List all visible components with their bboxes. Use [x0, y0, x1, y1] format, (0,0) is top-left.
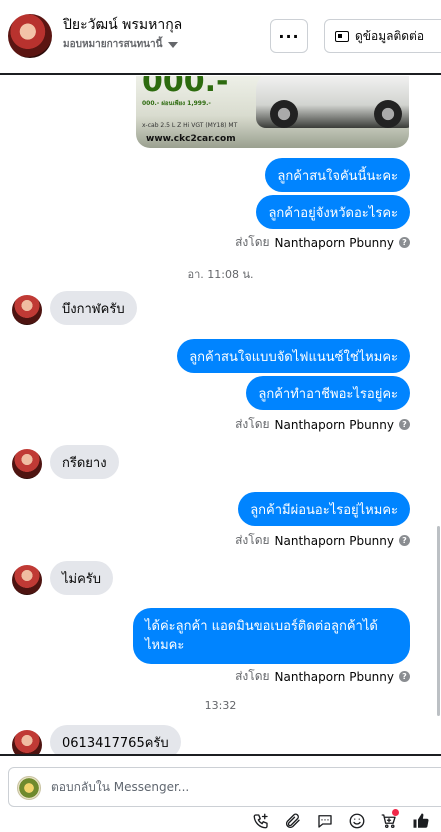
sent-by-line: ส่งโดย Nanthaporn Pbunny ? — [235, 415, 410, 434]
assign-conversation-label: มอบหมายการสนทนานี้ — [63, 39, 163, 50]
shared-car-ad-image[interactable]: 000.- 000.- ผ่อนเพียง 1,999.- x-cab 2.5 … — [136, 76, 409, 148]
ad-url: www.ckc2car.com — [146, 134, 236, 144]
sent-by-line: ส่งโดย Nanthaporn Pbunny ? — [235, 667, 410, 686]
info-icon[interactable]: ? — [399, 419, 410, 430]
attachment-icon[interactable] — [282, 810, 304, 832]
sent-by-line: ส่งโดย Nanthaporn Pbunny ? — [235, 531, 410, 550]
ad-headline: 000.- — [142, 76, 229, 99]
car-photo — [256, 76, 409, 128]
info-icon[interactable]: ? — [399, 535, 410, 546]
view-contact-label: ดูข้อมูลติดต่อ — [355, 28, 425, 43]
cart-icon[interactable] — [378, 809, 400, 832]
timestamp-divider: อา. 11:08 น. — [187, 268, 254, 281]
sent-by-sender: Nanthaporn Pbunny — [274, 417, 394, 432]
message-thread[interactable]: 000.- 000.- ผ่อนเพียง 1,999.- x-cab 2.5 … — [0, 76, 441, 754]
outgoing-message[interactable]: ลูกค้าทำอาชีพอะไรอยู่คะ — [246, 376, 410, 410]
incoming-message[interactable]: บึงกาฬครับ — [50, 291, 137, 325]
sent-by-sender: Nanthaporn Pbunny — [274, 533, 394, 548]
like-icon[interactable] — [410, 810, 432, 832]
timestamp-divider: 13:32 — [204, 699, 237, 712]
info-icon[interactable]: ? — [399, 671, 410, 682]
car-wheel — [270, 100, 298, 128]
sent-by-prefix: ส่งโดย — [235, 417, 270, 431]
more-options-label: ··· — [278, 26, 300, 46]
reply-composer — [0, 754, 441, 830]
customer-name[interactable]: ปิยะวัฒน์ พรมหากุล — [63, 14, 182, 36]
ad-price-detail: 000.- ผ่อนเพียง 1,999.- — [142, 100, 211, 107]
customer-avatar-small[interactable] — [12, 295, 42, 325]
customer-avatar[interactable] — [8, 14, 52, 58]
emoji-icon[interactable] — [346, 810, 368, 832]
outgoing-message[interactable]: ลูกค้าสนใจคันนี้นะคะ — [265, 158, 410, 192]
sent-by-prefix: ส่งโดย — [235, 533, 270, 547]
sent-by-prefix: ส่งโดย — [235, 669, 270, 683]
sent-by-line: ส่งโดย Nanthaporn Pbunny ? — [235, 233, 410, 252]
view-contact-button[interactable]: ดูข้อมูลติดต่อ — [324, 19, 441, 53]
info-icon[interactable]: ? — [399, 237, 410, 248]
car-wheel — [374, 100, 402, 128]
composer-toolbar — [250, 809, 440, 832]
outgoing-message[interactable]: ลูกค้าสนใจแบบจัดไฟแนนซ์ใช่ไหมคะ — [177, 339, 410, 373]
customer-avatar-small[interactable] — [12, 730, 42, 754]
customer-avatar-small[interactable] — [12, 565, 42, 595]
sent-by-sender: Nanthaporn Pbunny — [274, 669, 394, 684]
outgoing-message[interactable]: ลูกค้ามีผ่อนอะไรอยู่ไหมคะ — [238, 492, 410, 526]
sent-by-prefix: ส่งโดย — [235, 235, 270, 249]
sent-by-sender: Nanthaporn Pbunny — [274, 235, 394, 250]
assign-conversation-dropdown[interactable]: มอบหมายการสนทนานี้ — [63, 37, 179, 52]
page-avatar — [17, 776, 41, 800]
incoming-message[interactable]: 0613417765ครับ — [50, 725, 181, 754]
outgoing-message[interactable]: ได้ค่ะลูกค้า แอดมินขอเบอร์ติดต่อลูกค้าได… — [133, 608, 410, 664]
thread-scrollbar[interactable] — [437, 526, 440, 716]
conversation-header: ปิยะวัฒน์ พรมหากุล มอบหมายการสนทนานี้ ··… — [0, 0, 441, 75]
contact-card-icon — [335, 30, 349, 42]
saved-replies-icon[interactable] — [314, 810, 336, 832]
notification-dot — [392, 809, 399, 816]
caret-down-icon — [168, 41, 179, 48]
reply-box[interactable] — [8, 767, 441, 807]
customer-avatar-small[interactable] — [12, 449, 42, 479]
ad-model: x-cab 2.5 L Z Hi VGT (MY18) MT — [142, 122, 238, 129]
reply-input[interactable] — [51, 768, 431, 806]
outgoing-message[interactable]: ลูกค้าอยู่จังหวัดอะไรคะ — [256, 195, 410, 229]
incoming-message[interactable]: กรีดยาง — [50, 445, 119, 479]
incoming-message[interactable]: ไม่ครับ — [50, 561, 114, 595]
more-options-button[interactable]: ··· — [270, 19, 308, 53]
phone-plus-icon[interactable] — [250, 810, 272, 832]
